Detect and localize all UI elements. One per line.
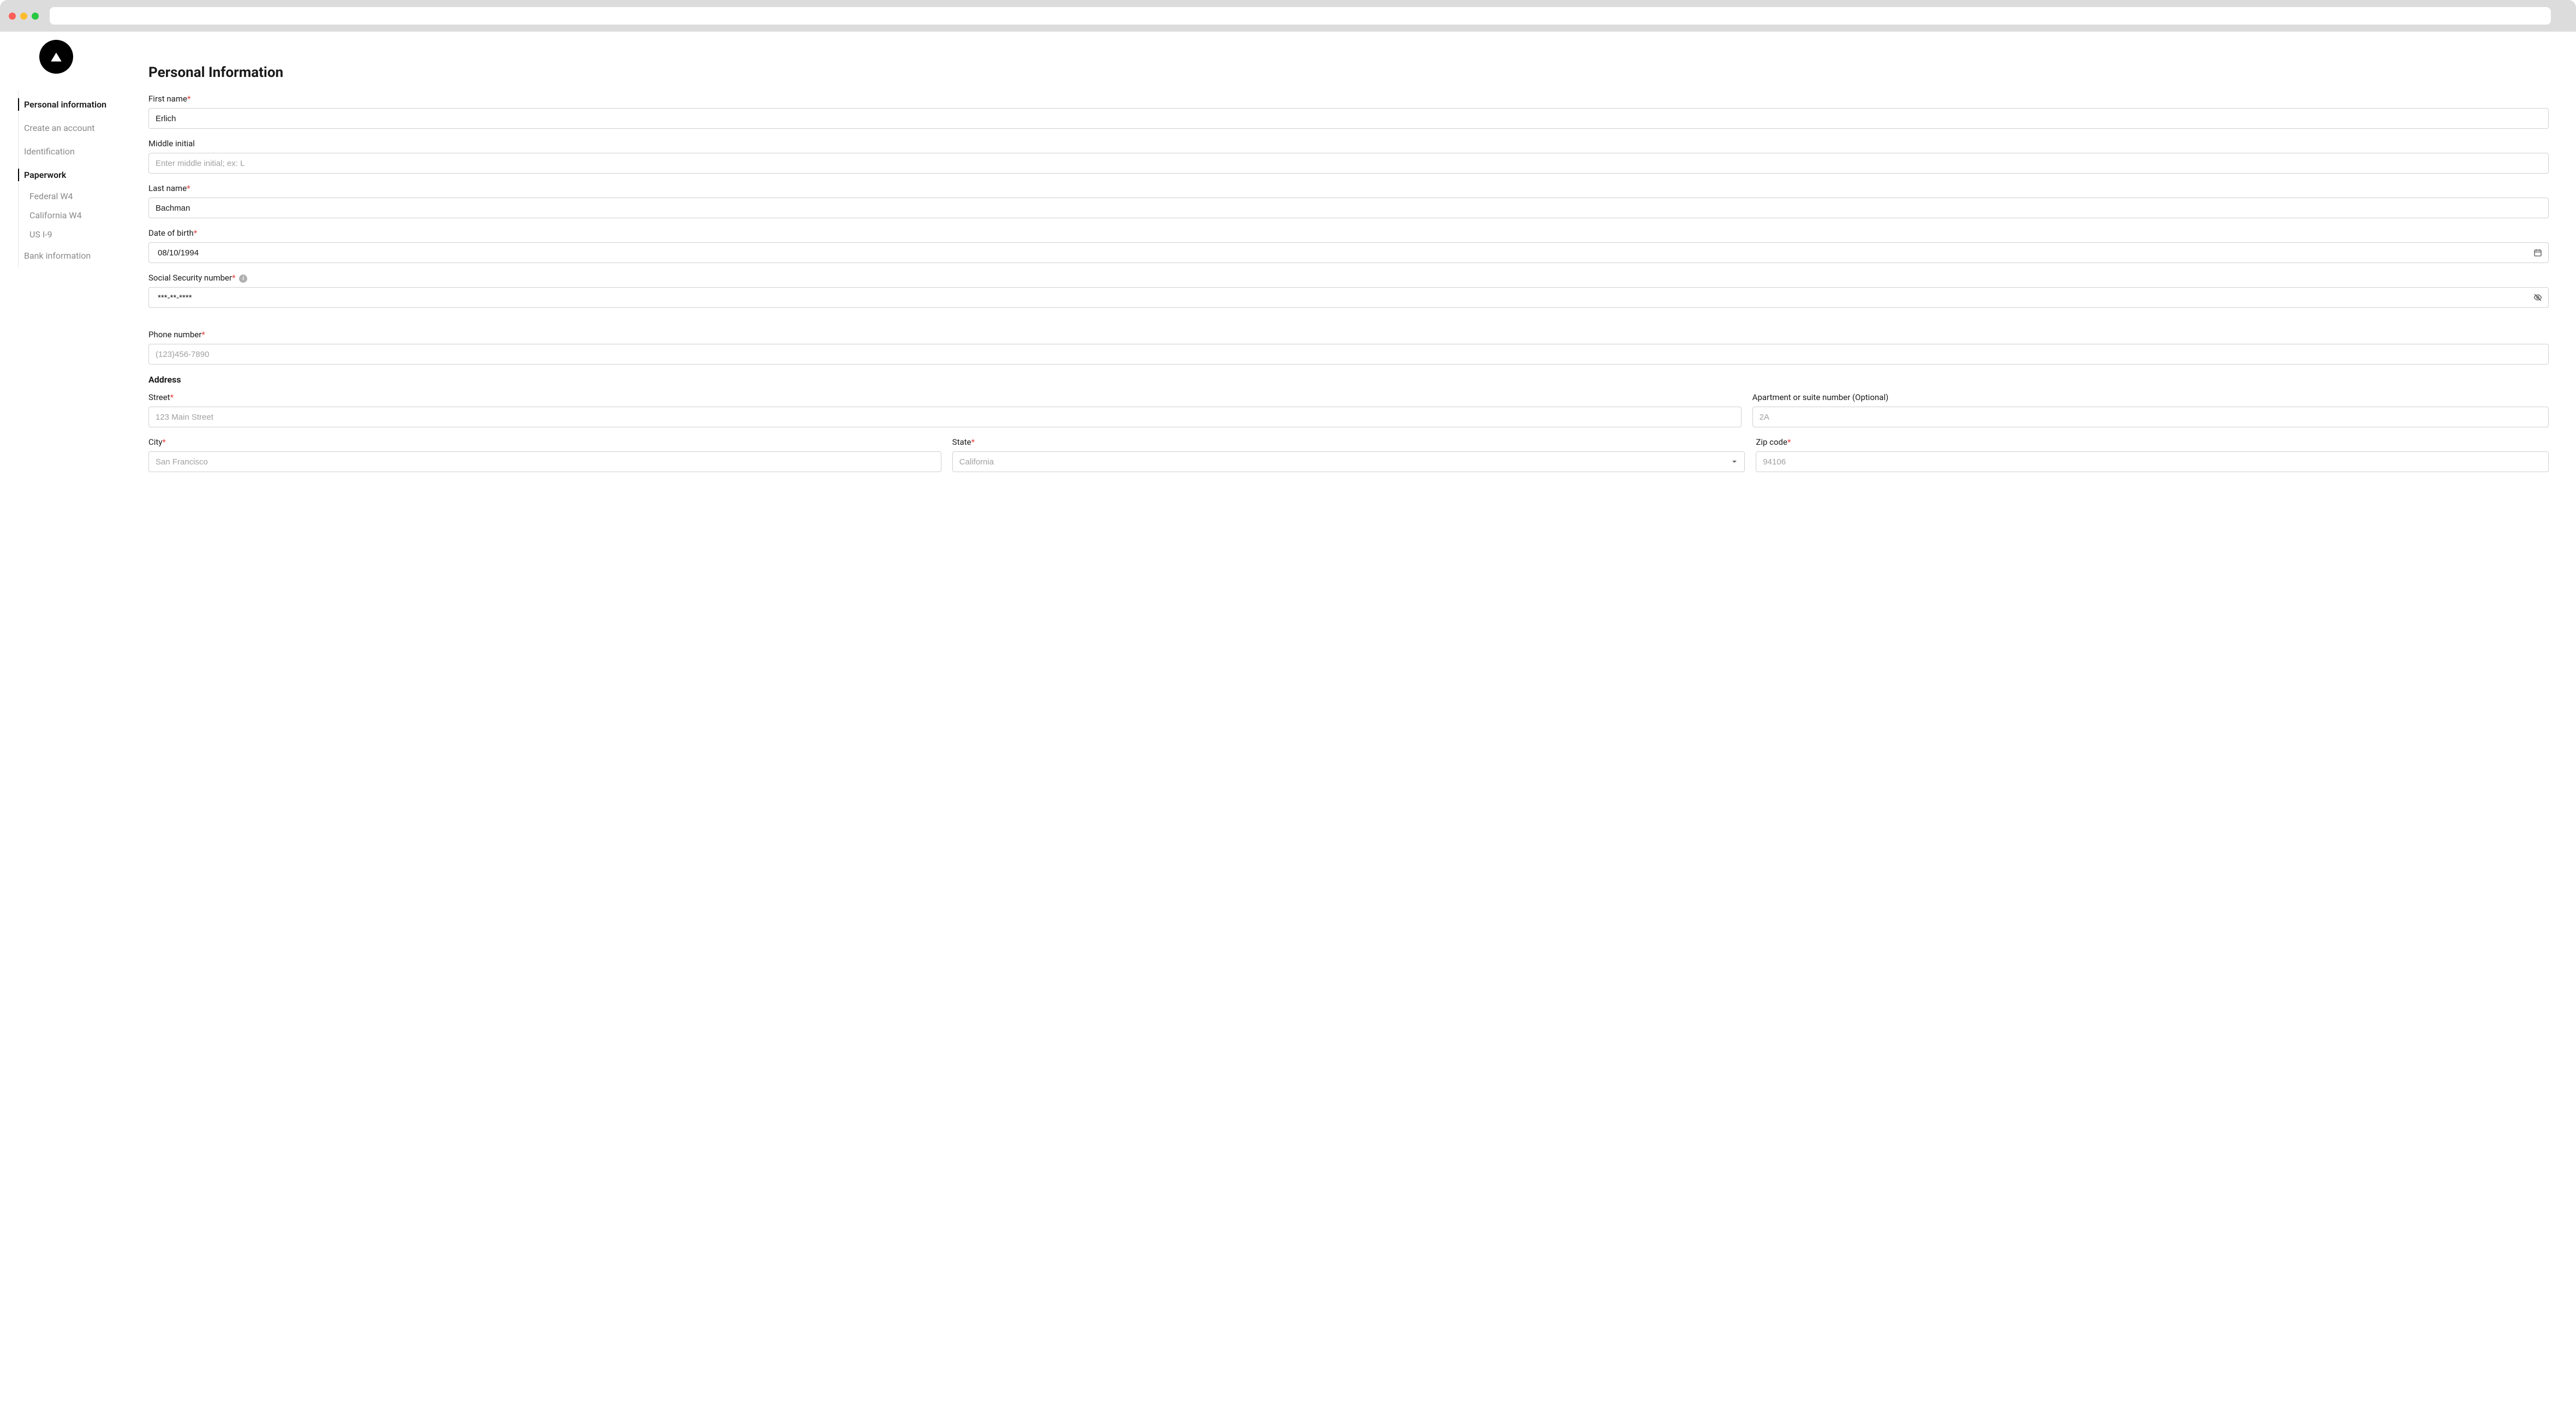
middle-initial-input[interactable] bbox=[148, 153, 2549, 174]
zip-input[interactable] bbox=[1756, 451, 2549, 472]
state-label-text: State bbox=[952, 437, 971, 447]
sidebar: Personal information Create an account I… bbox=[0, 32, 131, 483]
maximize-window-button[interactable] bbox=[32, 13, 39, 20]
required-asterisk: * bbox=[194, 228, 197, 238]
sidebar-nav: Personal information Create an account I… bbox=[18, 90, 131, 267]
sidebar-item-personal-information[interactable]: Personal information bbox=[19, 93, 131, 116]
info-icon[interactable]: i bbox=[239, 275, 247, 283]
apartment-input[interactable] bbox=[1752, 407, 2549, 427]
required-asterisk: * bbox=[201, 330, 205, 339]
logo bbox=[39, 40, 73, 74]
sidebar-item-create-account[interactable]: Create an account bbox=[19, 116, 131, 140]
page-title: Personal Information bbox=[148, 64, 2549, 81]
zip-label: Zip code* bbox=[1756, 437, 2549, 447]
last-name-input[interactable] bbox=[148, 198, 2549, 218]
traffic-lights bbox=[9, 13, 39, 20]
address-heading: Address bbox=[148, 374, 2549, 385]
main-content: Personal Information First name* Middle … bbox=[131, 32, 2576, 483]
required-asterisk: * bbox=[170, 392, 174, 402]
sidebar-item-us-i9[interactable]: US I-9 bbox=[19, 225, 131, 244]
street-label-text: Street bbox=[148, 392, 170, 402]
ssn-group: Social Security number* i bbox=[148, 273, 2549, 308]
required-asterisk: * bbox=[971, 437, 975, 447]
city-label-text: City bbox=[148, 437, 162, 447]
dob-label-text: Date of birth bbox=[148, 228, 194, 238]
url-bar[interactable] bbox=[50, 7, 2551, 25]
city-group: City* bbox=[148, 437, 941, 472]
city-input[interactable] bbox=[148, 451, 941, 472]
minimize-window-button[interactable] bbox=[20, 13, 27, 20]
sidebar-item-california-w4[interactable]: California W4 bbox=[19, 206, 131, 225]
ssn-label: Social Security number* i bbox=[148, 273, 2549, 283]
state-label: State* bbox=[952, 437, 1745, 447]
required-asterisk: * bbox=[1787, 437, 1791, 447]
sidebar-item-federal-w4[interactable]: Federal W4 bbox=[19, 187, 131, 206]
eye-off-icon[interactable] bbox=[2533, 293, 2542, 302]
first-name-input[interactable] bbox=[148, 108, 2549, 129]
dob-label: Date of birth* bbox=[148, 228, 2549, 238]
phone-group: Phone number* bbox=[148, 330, 2549, 365]
window-titlebar bbox=[0, 0, 2576, 32]
middle-initial-label: Middle initial bbox=[148, 139, 2549, 148]
app-window: Personal information Create an account I… bbox=[0, 0, 2576, 483]
required-asterisk: * bbox=[232, 273, 235, 283]
sidebar-item-paperwork[interactable]: Paperwork bbox=[19, 163, 131, 187]
close-window-button[interactable] bbox=[9, 13, 16, 20]
dob-input[interactable] bbox=[148, 242, 2549, 263]
required-asterisk: * bbox=[187, 183, 190, 193]
triangle-icon bbox=[49, 50, 63, 64]
calendar-icon[interactable] bbox=[2533, 248, 2542, 257]
last-name-label: Last name* bbox=[148, 183, 2549, 193]
first-name-label: First name* bbox=[148, 94, 2549, 104]
street-label: Street* bbox=[148, 392, 1742, 402]
sidebar-item-identification[interactable]: Identification bbox=[19, 140, 131, 163]
dob-group: Date of birth* bbox=[148, 228, 2549, 263]
street-input[interactable] bbox=[148, 407, 1742, 427]
first-name-group: First name* bbox=[148, 94, 2549, 129]
zip-group: Zip code* bbox=[1756, 437, 2549, 472]
required-asterisk: * bbox=[162, 437, 165, 447]
ssn-input[interactable] bbox=[148, 287, 2549, 308]
state-select[interactable]: California bbox=[952, 451, 1745, 472]
phone-label-text: Phone number bbox=[148, 330, 201, 339]
phone-input[interactable] bbox=[148, 344, 2549, 365]
first-name-label-text: First name bbox=[148, 94, 187, 104]
sidebar-item-bank-information[interactable]: Bank information bbox=[19, 244, 131, 267]
middle-initial-group: Middle initial bbox=[148, 139, 2549, 174]
street-group: Street* bbox=[148, 392, 1742, 427]
last-name-label-text: Last name bbox=[148, 183, 187, 193]
ssn-label-text: Social Security number bbox=[148, 273, 232, 283]
phone-label: Phone number* bbox=[148, 330, 2549, 339]
last-name-group: Last name* bbox=[148, 183, 2549, 218]
zip-label-text: Zip code bbox=[1756, 437, 1787, 447]
city-label: City* bbox=[148, 437, 941, 447]
apartment-group: Apartment or suite number (Optional) bbox=[1752, 392, 2549, 427]
required-asterisk: * bbox=[187, 94, 190, 104]
apartment-label: Apartment or suite number (Optional) bbox=[1752, 392, 2549, 402]
state-group: State* California bbox=[952, 437, 1745, 472]
content-area: Personal information Create an account I… bbox=[0, 32, 2576, 483]
